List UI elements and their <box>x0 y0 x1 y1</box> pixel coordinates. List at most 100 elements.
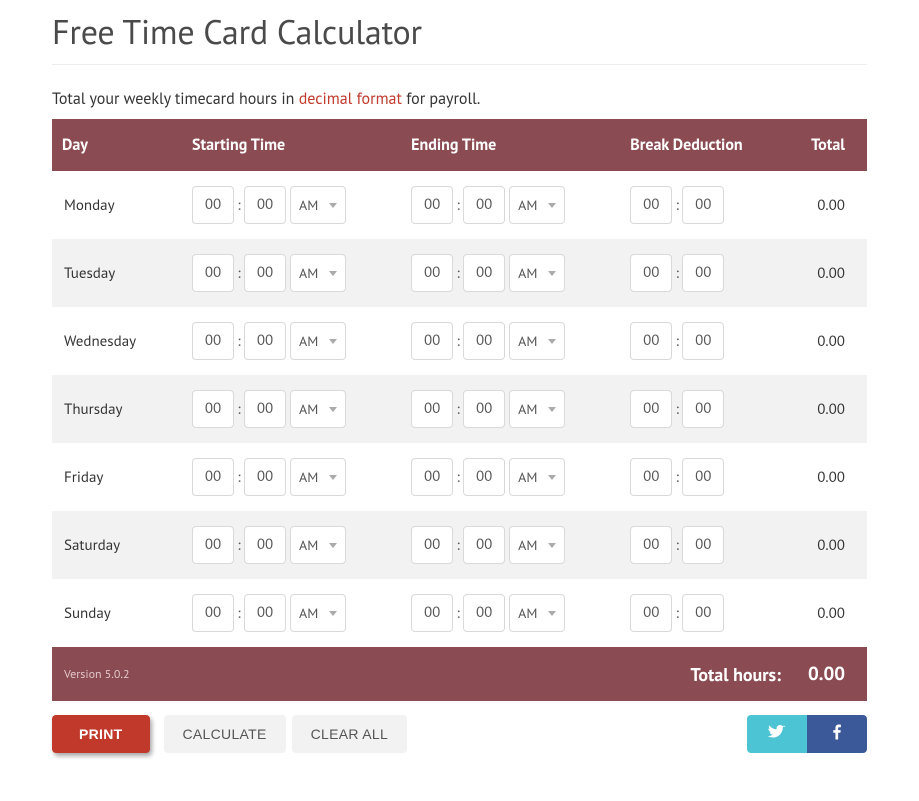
total-hours-label: Total hours: <box>401 647 787 701</box>
ampm-select[interactable]: AM <box>290 526 346 564</box>
ampm-select[interactable]: AM <box>290 254 346 292</box>
hour-input[interactable]: 00 <box>192 254 234 292</box>
hour-input[interactable]: 00 <box>411 322 453 360</box>
calculate-button[interactable]: CALCULATE <box>164 715 286 753</box>
hour-input[interactable]: 00 <box>192 458 234 496</box>
ampm-select[interactable]: AM <box>290 594 346 632</box>
chevron-down-icon <box>329 475 337 480</box>
hour-input[interactable]: 00 <box>192 322 234 360</box>
chevron-down-icon <box>329 203 337 208</box>
hour-input[interactable]: 00 <box>411 526 453 564</box>
hour-input[interactable]: 00 <box>630 254 672 292</box>
ampm-value: AM <box>299 468 318 486</box>
col-end: Ending Time <box>401 119 620 171</box>
ampm-value: AM <box>518 196 537 214</box>
header-row: Day Starting Time Ending Time Break Dedu… <box>52 119 867 171</box>
ampm-select[interactable]: AM <box>290 390 346 428</box>
minute-input[interactable]: 00 <box>244 594 286 632</box>
minute-input[interactable]: 00 <box>244 322 286 360</box>
minute-input[interactable]: 00 <box>463 254 505 292</box>
minute-input[interactable]: 00 <box>463 390 505 428</box>
chevron-down-icon <box>548 339 556 344</box>
hour-input[interactable]: 00 <box>630 526 672 564</box>
ampm-select[interactable]: AM <box>290 186 346 224</box>
hour-input[interactable]: 00 <box>411 458 453 496</box>
break-cell: 00:00 <box>620 511 787 579</box>
hour-input[interactable]: 00 <box>630 594 672 632</box>
ampm-select[interactable]: AM <box>509 594 565 632</box>
ampm-value: AM <box>299 400 318 418</box>
chevron-down-icon <box>548 271 556 276</box>
minute-input[interactable]: 00 <box>244 390 286 428</box>
minute-input[interactable]: 00 <box>682 594 724 632</box>
hour-input[interactable]: 00 <box>411 594 453 632</box>
facebook-icon <box>828 723 846 746</box>
minute-input[interactable]: 00 <box>244 458 286 496</box>
ending-time-cell: 00:00 AM <box>401 511 620 579</box>
hour-input[interactable]: 00 <box>630 186 672 224</box>
twitter-share-button[interactable] <box>747 715 807 753</box>
minute-input[interactable]: 00 <box>244 526 286 564</box>
ampm-select[interactable]: AM <box>509 390 565 428</box>
chevron-down-icon <box>548 407 556 412</box>
ampm-select[interactable]: AM <box>290 458 346 496</box>
facebook-share-button[interactable] <box>807 715 867 753</box>
colon: : <box>453 604 463 623</box>
minute-input[interactable]: 00 <box>463 186 505 224</box>
minute-input[interactable]: 00 <box>682 390 724 428</box>
ampm-select[interactable]: AM <box>509 526 565 564</box>
intro-link[interactable]: decimal format <box>299 89 402 109</box>
colon: : <box>234 332 244 351</box>
minute-input[interactable]: 00 <box>244 254 286 292</box>
ampm-select[interactable]: AM <box>290 322 346 360</box>
minute-input[interactable]: 00 <box>463 322 505 360</box>
minute-input[interactable]: 00 <box>682 186 724 224</box>
ampm-select[interactable]: AM <box>509 322 565 360</box>
minute-input[interactable]: 00 <box>244 186 286 224</box>
chevron-down-icon <box>548 543 556 548</box>
ampm-select[interactable]: AM <box>509 254 565 292</box>
starting-time-cell: 00:00 AM <box>182 171 401 239</box>
table-row: Saturday00:00 AM00:00 AM00:000.00 <box>52 511 867 579</box>
minute-input[interactable]: 00 <box>682 254 724 292</box>
col-break: Break Deduction <box>620 119 787 171</box>
colon: : <box>672 468 682 487</box>
hour-input[interactable]: 00 <box>192 390 234 428</box>
ampm-select[interactable]: AM <box>509 186 565 224</box>
starting-time-cell: 00:00 AM <box>182 443 401 511</box>
ending-time-cell: 00:00 AM <box>401 443 620 511</box>
hour-input[interactable]: 00 <box>630 390 672 428</box>
hour-input[interactable]: 00 <box>411 186 453 224</box>
day-cell: Monday <box>52 171 182 239</box>
ampm-select[interactable]: AM <box>509 458 565 496</box>
colon: : <box>453 264 463 283</box>
hour-input[interactable]: 00 <box>411 254 453 292</box>
hour-input[interactable]: 00 <box>192 526 234 564</box>
minute-input[interactable]: 00 <box>463 594 505 632</box>
minute-input[interactable]: 00 <box>682 322 724 360</box>
minute-input[interactable]: 00 <box>463 526 505 564</box>
starting-time-cell: 00:00 AM <box>182 579 401 647</box>
minute-input[interactable]: 00 <box>682 526 724 564</box>
colon: : <box>672 264 682 283</box>
starting-time-cell: 00:00 AM <box>182 375 401 443</box>
starting-time-cell: 00:00 AM <box>182 239 401 307</box>
hour-input[interactable]: 00 <box>411 390 453 428</box>
minute-input[interactable]: 00 <box>463 458 505 496</box>
row-total: 0.00 <box>787 375 867 443</box>
hour-input[interactable]: 00 <box>192 186 234 224</box>
row-total: 0.00 <box>787 239 867 307</box>
hour-input[interactable]: 00 <box>630 458 672 496</box>
minute-input[interactable]: 00 <box>682 458 724 496</box>
break-cell: 00:00 <box>620 443 787 511</box>
colon: : <box>234 536 244 555</box>
hour-input[interactable]: 00 <box>192 594 234 632</box>
print-button[interactable]: PRINT <box>52 715 150 753</box>
ampm-value: AM <box>299 196 318 214</box>
colon: : <box>453 400 463 419</box>
ampm-value: AM <box>299 604 318 622</box>
ending-time-cell: 00:00 AM <box>401 239 620 307</box>
ending-time-cell: 00:00 AM <box>401 375 620 443</box>
hour-input[interactable]: 00 <box>630 322 672 360</box>
clear-all-button[interactable]: CLEAR ALL <box>292 715 407 753</box>
